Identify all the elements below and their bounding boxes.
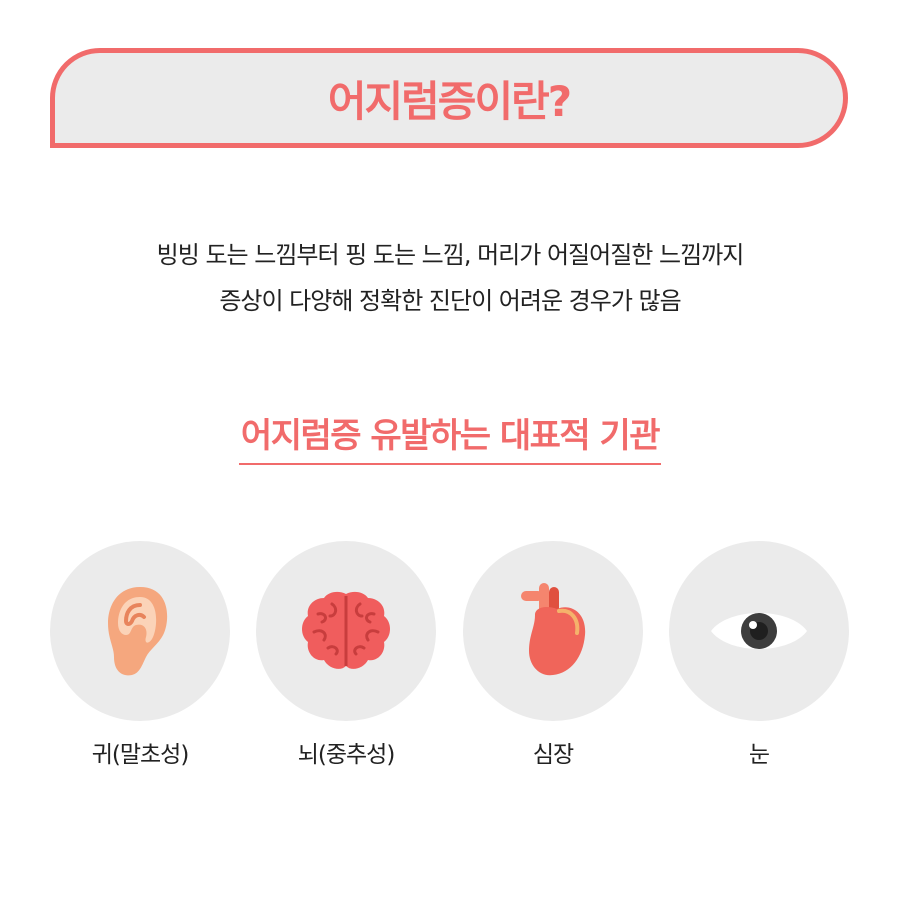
organ-label: 눈 [748,742,770,768]
title-banner: 어지럼증이란? [50,48,848,148]
organ-ear: 귀(말초성) [50,541,230,769]
section-subtitle: 어지럼증 유발하는 대표적 기관 [238,408,662,465]
organ-circle [50,541,230,721]
heart-icon [521,583,586,676]
description-line-2: 증상이 다양해 정확한 진단이 어려운 경우가 많음 [219,287,681,315]
organ-label: 귀(말초성) [91,742,190,768]
description-line-1: 빙빙 도는 느낌부터 핑 도는 느낌, 머리가 어질어질한 느낌까지 [156,241,745,269]
ear-icon [108,587,168,676]
eye-icon [711,613,807,649]
organ-heart: 심장 [463,541,643,769]
organ-eye: 눈 [669,541,849,769]
subtitle-wrap: 어지럼증 유발하는 대표적 기관 [0,408,900,465]
organ-circle [669,541,849,721]
organ-circle [463,541,643,721]
organ-label: 뇌(중추성) [297,742,396,768]
page-title: 어지럼증이란? [327,76,572,126]
brain-icon [302,591,390,669]
organ-label: 심장 [532,742,574,768]
organ-circle [256,541,436,721]
description: 빙빙 도는 느낌부터 핑 도는 느낌, 머리가 어질어질한 느낌까지 증상이 다… [0,232,900,324]
organ-brain: 뇌(중추성) [256,541,436,769]
